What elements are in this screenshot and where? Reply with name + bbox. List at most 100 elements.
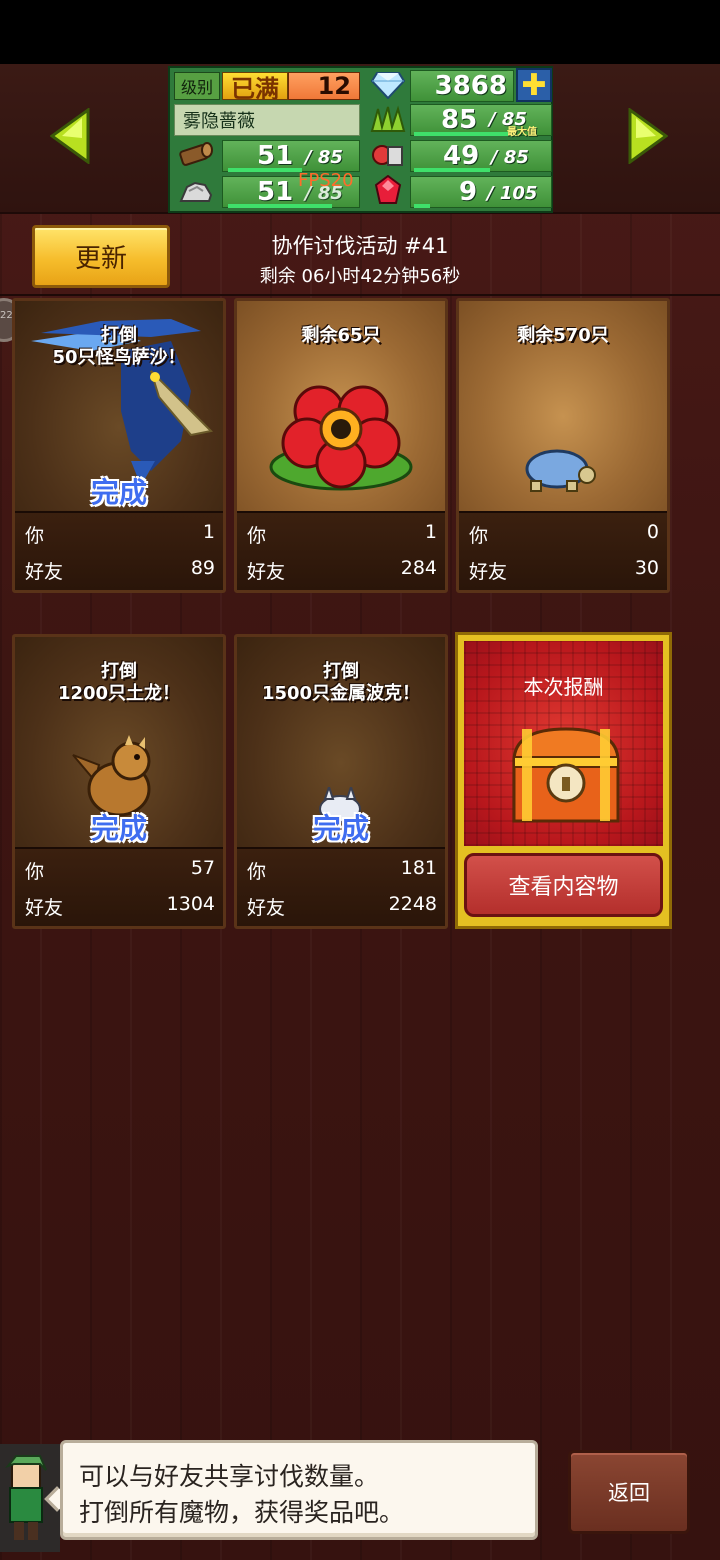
card-title: 剩余65只 bbox=[237, 325, 445, 347]
card-title-line2: 50只怪鸟萨沙！ bbox=[52, 347, 186, 368]
card-title: 剩余570只 bbox=[459, 325, 667, 347]
card-title-line1: 打倒 bbox=[323, 661, 359, 682]
you-row: 你1 bbox=[247, 521, 437, 548]
reward-card[interactable]: 本次报酬 查看内容物 bbox=[455, 632, 672, 929]
friends-label: 好友 bbox=[469, 561, 508, 583]
event-timer: 剩余 06小时42分钟56秒 bbox=[259, 266, 461, 287]
ruby-icon bbox=[366, 175, 410, 206]
ruby-max: / 105 bbox=[487, 183, 538, 204]
you-label: 你 bbox=[247, 525, 267, 547]
food-icon bbox=[366, 140, 410, 170]
food-current: 49 bbox=[443, 141, 480, 171]
grass-progress-bar bbox=[414, 132, 508, 136]
card-art: 剩余570只 bbox=[459, 301, 667, 513]
card-stats: 你1 好友 89 bbox=[15, 513, 223, 590]
grass-icon bbox=[366, 104, 410, 134]
back-button[interactable]: 返回 bbox=[568, 1450, 690, 1534]
wood-progress-bar bbox=[228, 168, 302, 172]
card-title-line2: 1200只土龙！ bbox=[57, 683, 181, 704]
character-name: 雾隐蔷薇 bbox=[174, 104, 360, 136]
you-row: 你1 bbox=[25, 521, 215, 548]
next-arrow-button[interactable] bbox=[628, 107, 669, 165]
wood-icon bbox=[174, 140, 218, 170]
card-art: 打倒 1500只金属波克！ 完成 bbox=[237, 637, 445, 849]
you-value: 0 bbox=[646, 521, 659, 543]
friends-row: 好友 284 bbox=[247, 557, 437, 584]
arrow-right-icon bbox=[628, 107, 669, 165]
stone-icon bbox=[174, 176, 218, 206]
friends-value: 1304 bbox=[166, 893, 215, 915]
ruby-current: 9 bbox=[459, 177, 478, 207]
friends-label: 好友 bbox=[247, 561, 286, 583]
you-label: 你 bbox=[25, 861, 45, 883]
card-art: 剩余65只 bbox=[237, 301, 445, 513]
you-label: 你 bbox=[25, 525, 45, 547]
arrow-left-icon bbox=[49, 107, 90, 165]
grass-current: 85 bbox=[441, 105, 478, 135]
fps-overlay: FPS20 bbox=[298, 170, 354, 191]
card-title-line2: 剩余570只 bbox=[517, 325, 609, 346]
friends-label: 好友 bbox=[247, 897, 286, 919]
view-contents-button[interactable]: 查看内容物 bbox=[464, 853, 663, 917]
card-stats: 你 181 好友 2248 bbox=[237, 849, 445, 926]
card-title-line2: 1500只金属波克！ bbox=[261, 683, 421, 704]
dialog-line1: 可以与好友共享讨伐数量。 bbox=[79, 1462, 380, 1491]
ruby-stat: 9 / 105 bbox=[410, 176, 552, 208]
card-title-line1: 打倒 bbox=[101, 325, 137, 346]
friends-label: 好友 bbox=[25, 897, 64, 919]
friends-row: 好友 30 bbox=[469, 557, 659, 584]
you-label: 你 bbox=[469, 525, 489, 547]
header-divider bbox=[0, 294, 720, 296]
event-title: 协作讨伐活动 #41 bbox=[271, 234, 449, 258]
gem-count: 3868 bbox=[410, 70, 514, 102]
level-max-badge: 已满 bbox=[222, 72, 288, 103]
card-stats: 你 57 好友 1304 bbox=[15, 849, 223, 926]
wood-max: / 85 bbox=[305, 147, 343, 168]
quest-card[interactable]: 打倒 50只怪鸟萨沙！ 完成 你1 好友 89 bbox=[12, 298, 226, 593]
card-title: 打倒 50只怪鸟萨沙！ bbox=[15, 325, 223, 369]
card-title-line1: 打倒 bbox=[101, 661, 137, 682]
friends-value: 284 bbox=[400, 557, 437, 579]
add-gems-button[interactable]: ✚ bbox=[516, 68, 552, 103]
stone-progress-bar bbox=[228, 204, 332, 208]
quest-card[interactable]: 打倒 1500只金属波克！ 完成 你 181 好友 2248 bbox=[234, 634, 448, 929]
quest-card[interactable]: 剩余65只 你1 好友 284 bbox=[234, 298, 448, 593]
stat-panel: 级别 已满 12 3868 ✚ 雾隐蔷薇 85 / 85 最大值 51 / 85… bbox=[168, 66, 553, 213]
card-title: 打倒 1200只土龙！ bbox=[15, 661, 223, 705]
level-value: 12 bbox=[288, 72, 360, 100]
food-progress-bar bbox=[414, 168, 490, 172]
blue-turtle-monster-icon bbox=[525, 449, 596, 492]
friends-row: 好友 2248 bbox=[247, 893, 437, 920]
food-max: / 85 bbox=[491, 147, 529, 168]
complete-label: 完成 bbox=[90, 476, 147, 509]
complete-label: 完成 bbox=[312, 812, 369, 845]
card-stats: 你 0 好友 30 bbox=[459, 513, 667, 590]
diamond-icon bbox=[366, 70, 410, 100]
friends-value: 89 bbox=[190, 557, 215, 579]
card-stats: 你1 好友 284 bbox=[237, 513, 445, 590]
you-value: 181 bbox=[400, 857, 437, 879]
refresh-button[interactable]: 更新 bbox=[32, 225, 170, 288]
level-label: 级别 bbox=[174, 72, 220, 100]
friends-row: 好友 1304 bbox=[25, 893, 215, 920]
quest-card[interactable]: 剩余570只 你 0 好友 30 bbox=[456, 298, 670, 593]
complete-label: 完成 bbox=[90, 812, 147, 845]
you-row: 你 57 bbox=[25, 857, 215, 884]
you-value: 1 bbox=[202, 521, 215, 543]
character-avatar-icon bbox=[5, 1455, 47, 1540]
card-title-line2: 剩余65只 bbox=[301, 325, 381, 346]
red-flower-monster-icon bbox=[269, 385, 413, 491]
card-art: 打倒 50只怪鸟萨沙！ 完成 bbox=[15, 301, 223, 513]
grass-max-note: 最大值 bbox=[507, 127, 537, 138]
prev-arrow-button[interactable] bbox=[49, 107, 90, 165]
you-value: 1 bbox=[424, 521, 437, 543]
you-row: 你 181 bbox=[247, 857, 437, 884]
wood-current: 51 bbox=[257, 141, 294, 171]
reward-title: 本次报酬 bbox=[523, 675, 604, 699]
you-label: 你 bbox=[247, 861, 267, 883]
friends-value: 30 bbox=[634, 557, 659, 579]
quest-card[interactable]: 打倒 1200只土龙！ 完成 你 57 好友 1304 bbox=[12, 634, 226, 929]
status-bar bbox=[0, 0, 720, 64]
card-title: 打倒 1500只金属波克！ bbox=[237, 661, 445, 705]
friends-row: 好友 89 bbox=[25, 557, 215, 584]
